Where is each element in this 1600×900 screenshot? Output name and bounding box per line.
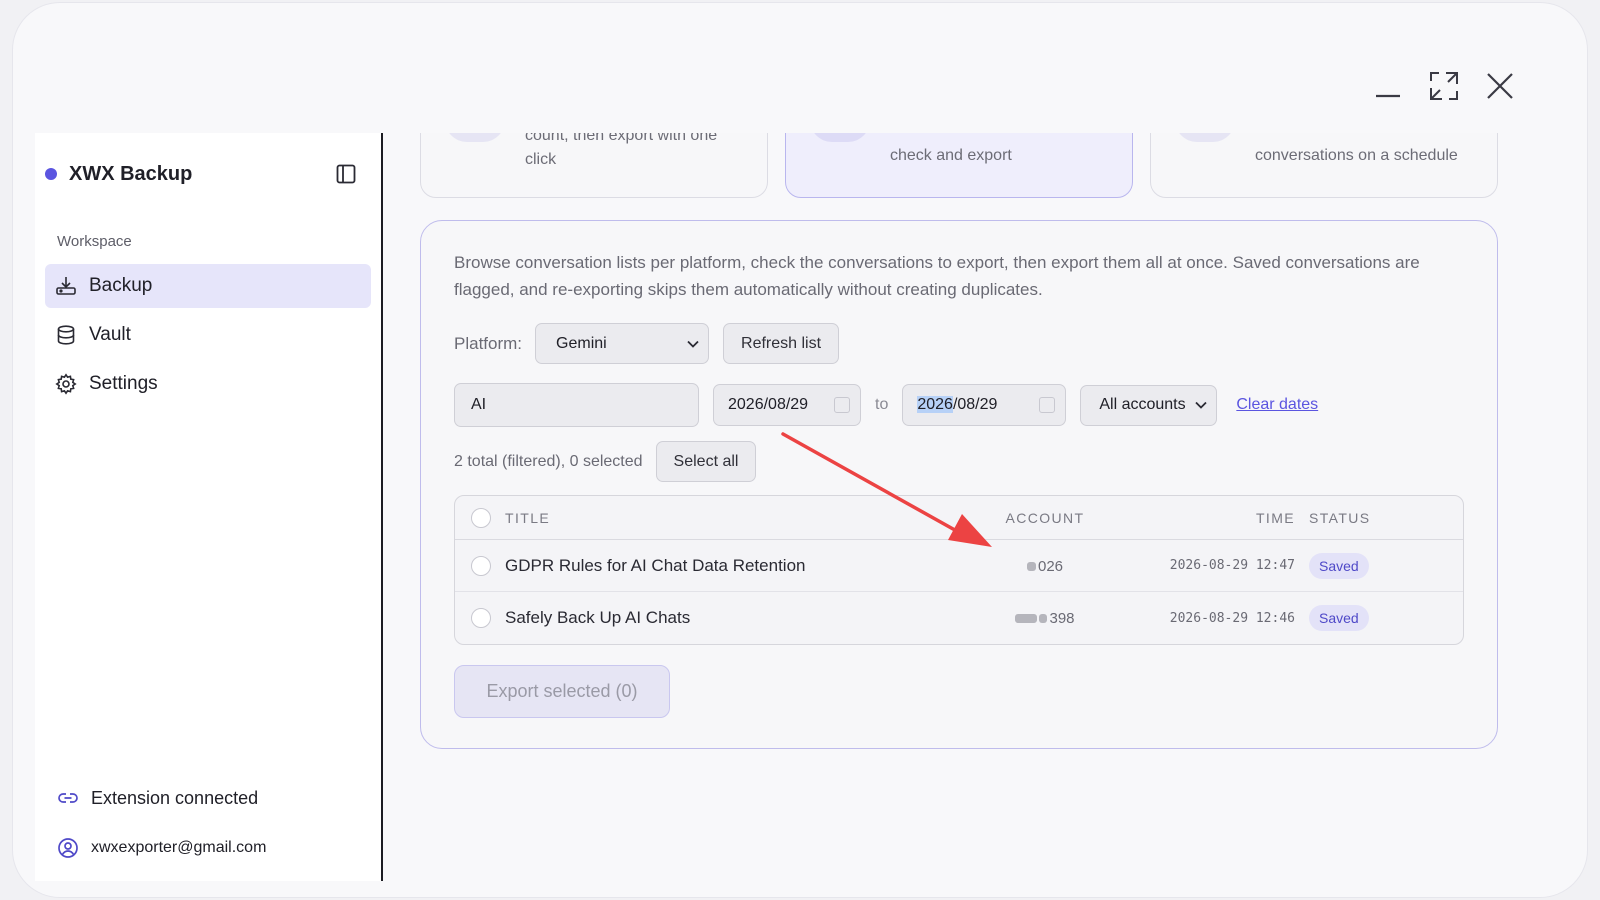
column-header-time: TIME [1255, 509, 1295, 526]
sidebar-item-vault[interactable]: Vault [45, 313, 371, 357]
column-header-title: TITLE [505, 509, 551, 526]
date-to-field[interactable]: 2026/08/29 [902, 384, 1067, 426]
accounts-value: All accounts [1099, 396, 1186, 413]
sidebar-item-settings[interactable]: Settings [45, 362, 371, 406]
redacted-mark [1039, 614, 1048, 624]
mode-card-description: count, then export with one click [525, 133, 761, 172]
select-all-button[interactable]: Select all [655, 441, 757, 482]
brand: XWX Backup [45, 159, 369, 189]
calendar-icon[interactable] [834, 397, 850, 413]
conversation-table: TITLE ACCOUNT TIME STATUS GDPR Rules for… [454, 495, 1464, 645]
sidebar-item-label: Vault [89, 324, 131, 345]
minimize-button[interactable] [1371, 69, 1405, 103]
row-account: 026 [975, 556, 1115, 576]
table-row[interactable]: Safely Back Up AI Chats 398 2026-08-29 1… [455, 592, 1463, 644]
selection-row: 2 total (filtered), 0 selected Select al… [454, 441, 757, 482]
column-header-account: ACCOUNT [1005, 509, 1085, 526]
row-checkbox[interactable] [471, 608, 491, 628]
accounts-select[interactable]: All accounts [1080, 384, 1218, 426]
mode-card-description: check and export [890, 147, 1012, 164]
filter-row: AI 2026/08/29 to 2026/08/29 All accounts… [454, 383, 1318, 427]
row-checkbox[interactable] [471, 555, 491, 576]
workspace-section-label: Workspace [57, 233, 132, 250]
calendar-icon[interactable] [1039, 397, 1056, 413]
row-time: 2026-08-29 12:46 [1169, 610, 1295, 626]
sidebar-item-label: Settings [89, 373, 158, 394]
redacted-mark [1026, 561, 1036, 571]
date-to-rest: /08/29 [952, 396, 998, 413]
panel-intro: Browse conversation lists per platform, … [454, 253, 1420, 299]
collapse-sidebar-button[interactable] [333, 161, 359, 187]
user-circle-icon [57, 837, 79, 859]
mode-icon [445, 133, 505, 142]
export-selected-button[interactable]: Export selected (0) [454, 665, 670, 718]
database-icon [55, 324, 77, 346]
row-account-suffix: 026 [1037, 557, 1064, 575]
sidebar-item-label: Backup [89, 275, 153, 296]
mode-icon [1175, 133, 1235, 142]
sidebar-item-backup[interactable]: Backup [45, 264, 371, 308]
platform-value: Gemini [556, 334, 607, 352]
main-content: count, then export with one click check … [396, 133, 1576, 893]
date-from-value: 2026/08/29 [728, 396, 809, 413]
row-account: 398 [975, 608, 1115, 628]
mode-icon [810, 133, 870, 142]
extension-status: Extension connected [57, 783, 367, 813]
close-button[interactable] [1483, 69, 1517, 103]
minimize-icon [1376, 94, 1400, 98]
close-icon [1487, 73, 1513, 99]
account-row[interactable]: xwxexporter@gmail.com [57, 833, 367, 863]
app-window: XWX Backup Workspace Backup Vault Settin… [12, 2, 1588, 898]
row-status: Saved [1295, 605, 1395, 631]
date-from-field[interactable]: 2026/08/29 [713, 384, 861, 426]
select-all-checkbox[interactable] [471, 507, 491, 528]
mode-card-select[interactable]: check and export [785, 133, 1133, 198]
platform-select[interactable]: Gemini [535, 323, 710, 364]
platform-row: Platform: Gemini Refresh list [454, 323, 840, 364]
row-title: GDPR Rules for AI Chat Data Retention [505, 555, 806, 575]
sidebar-nav: Backup Vault Settings [45, 264, 371, 411]
link-icon [57, 787, 79, 809]
status-badge: Saved [1309, 552, 1369, 579]
sidebar-toggle-icon [336, 164, 356, 184]
gear-icon [55, 373, 77, 395]
download-tray-icon [55, 275, 77, 297]
brand-dot-icon [45, 168, 57, 180]
date-to-separator: to [875, 396, 889, 413]
date-to-value: 2026/08/29 [917, 396, 997, 414]
table-row[interactable]: GDPR Rules for AI Chat Data Retention 02… [455, 540, 1463, 592]
redacted-mark [1015, 614, 1038, 624]
column-header-status: STATUS [1309, 509, 1371, 526]
chevron-down-icon [687, 340, 699, 348]
mode-card-scheduled[interactable]: conversations on a schedule [1150, 133, 1498, 198]
maximize-icon [1430, 72, 1458, 100]
backup-panel: Browse conversation lists per platform, … [420, 220, 1498, 749]
sidebar: XWX Backup Workspace Backup Vault Settin… [35, 133, 383, 881]
window-controls [1371, 69, 1517, 103]
account-email: xwxexporter@gmail.com [91, 839, 267, 856]
row-status: Saved [1295, 552, 1395, 579]
clear-dates-link[interactable]: Clear dates [1236, 396, 1318, 414]
chevron-down-icon [1195, 401, 1207, 409]
row-time: 2026-08-29 12:47 [1169, 558, 1295, 573]
mode-desc-line: click [525, 151, 557, 168]
app-title: XWX Backup [69, 162, 193, 185]
refresh-list-button[interactable]: Refresh list [723, 323, 840, 364]
selection-count: 2 total (filtered), 0 selected [454, 452, 643, 470]
maximize-button[interactable] [1427, 69, 1461, 103]
mode-card-description: conversations on a schedule [1255, 147, 1458, 164]
platform-label: Platform: [454, 333, 523, 353]
extension-status-text: Extension connected [91, 787, 259, 808]
mode-card-quick[interactable]: count, then export with one click [420, 133, 768, 198]
status-badge: Saved [1309, 605, 1369, 631]
row-title: Safely Back Up AI Chats [505, 608, 691, 627]
search-input[interactable]: AI [454, 383, 699, 427]
mode-desc-line: count, then export with one [525, 133, 718, 144]
row-account-suffix: 398 [1049, 610, 1075, 627]
sidebar-footer: Extension connected xwxexporter@gmail.co… [57, 783, 367, 881]
table-header: TITLE ACCOUNT TIME STATUS [455, 496, 1463, 540]
date-to-year-selected: 2026 [917, 396, 953, 413]
